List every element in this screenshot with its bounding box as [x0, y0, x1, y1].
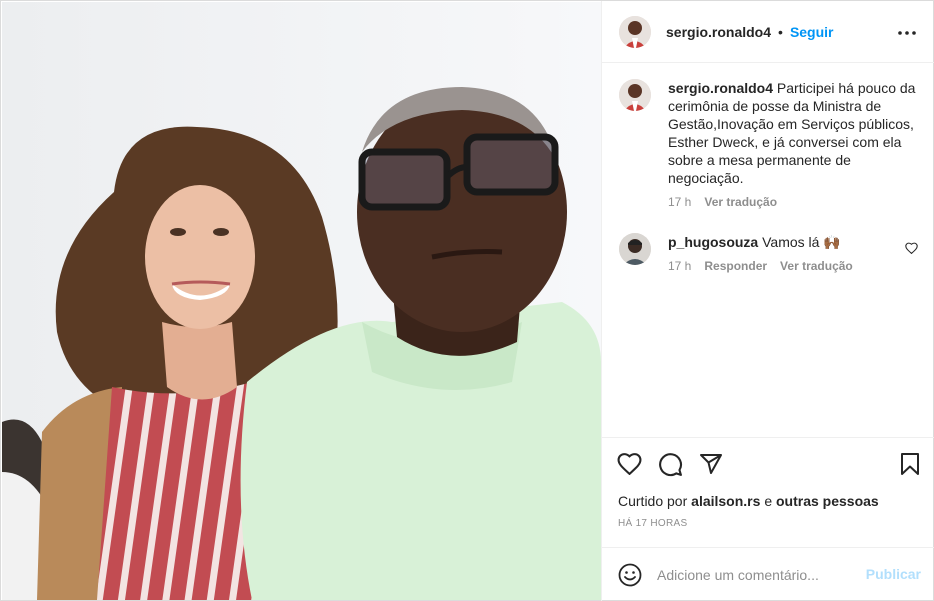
author-username[interactable]: sergio.ronaldo4 [666, 24, 771, 40]
post-actions: Curtido por alailson.rs e outras pessoas… [602, 437, 934, 547]
reply-button[interactable]: Responder [704, 259, 767, 273]
caption-meta: 17 h Ver tradução [668, 195, 919, 209]
post-container: sergio.ronaldo4 • Seguir sergio.ronaldo4… [0, 0, 934, 601]
caption-comment: sergio.ronaldo4 Participei há pouco da c… [619, 79, 919, 209]
post-side-panel: sergio.ronaldo4 • Seguir sergio.ronaldo4… [601, 1, 934, 601]
save-icon[interactable] [899, 452, 925, 478]
post-timestamp[interactable]: HÁ 17 HORAS [618, 518, 687, 529]
post-photo[interactable] [2, 2, 601, 600]
comment-translate-button[interactable]: Ver tradução [780, 259, 853, 273]
commenter-username[interactable]: p_hugosouza [668, 234, 758, 250]
likes-conjunction: e [764, 493, 773, 509]
action-icons [617, 452, 922, 478]
comment-age: 17 h [668, 259, 692, 273]
caption-translate-button[interactable]: Ver tradução [704, 195, 777, 209]
separator-dot: • [778, 23, 783, 40]
heart-icon[interactable] [617, 452, 643, 478]
comment-text: p_hugosouza Vamos lá 🙌🏾 [668, 233, 919, 251]
comment-icon[interactable] [658, 452, 684, 478]
comment-meta: 17 h Responder Ver tradução [668, 259, 919, 273]
caption-text: sergio.ronaldo4 Participei há pouco da c… [668, 79, 919, 187]
author-avatar[interactable] [619, 15, 651, 48]
caption-username[interactable]: sergio.ronaldo4 [668, 80, 773, 96]
small-heart-icon[interactable] [905, 241, 919, 255]
caption-age: 17 h [668, 195, 692, 209]
liked-by-user[interactable]: alailson.rs [691, 493, 760, 509]
more-icon[interactable] [897, 23, 917, 43]
comment-input[interactable] [657, 562, 857, 588]
comments-list[interactable]: sergio.ronaldo4 Participei há pouco da c… [602, 63, 934, 437]
share-icon[interactable] [699, 452, 725, 478]
add-comment-bar: Publicar [602, 547, 934, 601]
likes-others-link[interactable]: outras pessoas [776, 493, 879, 509]
caption-avatar[interactable] [619, 79, 651, 111]
post-header: sergio.ronaldo4 • Seguir [602, 1, 934, 63]
comment-item: p_hugosouza Vamos lá 🙌🏾 17 h Responder V… [619, 233, 919, 273]
likes-summary: Curtido por alailson.rs e outras pessoas [618, 493, 879, 509]
comment-body: Vamos lá 🙌🏾 [762, 234, 841, 250]
emoji-icon[interactable] [618, 563, 642, 587]
commenter-avatar[interactable] [619, 233, 651, 265]
follow-button[interactable]: Seguir [790, 24, 834, 40]
publish-button[interactable]: Publicar [866, 566, 921, 582]
likes-prefix: Curtido por [618, 493, 688, 509]
